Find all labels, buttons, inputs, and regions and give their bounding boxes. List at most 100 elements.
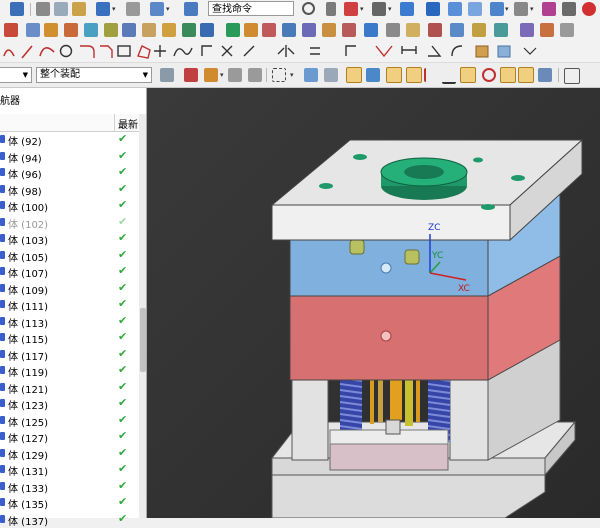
copy-icon[interactable] <box>54 2 68 16</box>
measure-icon[interactable] <box>538 68 552 82</box>
center-snap-icon[interactable] <box>460 67 476 83</box>
circle-snap-icon[interactable] <box>482 68 496 82</box>
feature-icon-17[interactable] <box>322 23 336 37</box>
assembly-filter-dropdown[interactable]: 整个装配 ▼ <box>36 67 152 83</box>
feature-icon-3[interactable] <box>44 23 58 37</box>
feature-icon-26[interactable] <box>520 23 534 37</box>
undo-icon[interactable] <box>96 2 110 16</box>
view-orient-icon[interactable] <box>372 2 386 16</box>
cube-icon[interactable] <box>400 2 414 16</box>
snap-mid-icon[interactable] <box>248 68 262 82</box>
cube-shaded-icon[interactable] <box>426 2 440 16</box>
navigator-row[interactable]: 体 (127) ✔ <box>0 428 139 445</box>
feature-icon-16[interactable] <box>302 23 316 37</box>
navigator-row[interactable]: 体 (117) ✔ <box>0 346 139 363</box>
graphics-viewport[interactable]: ZC YC XC <box>147 88 600 518</box>
feature-icon-11[interactable] <box>200 23 214 37</box>
navigator-row[interactable]: 体 (109) ✔ <box>0 280 139 297</box>
cut-icon[interactable] <box>36 2 50 16</box>
feature-icon-13[interactable] <box>244 23 258 37</box>
feature-icon-5[interactable] <box>84 23 98 37</box>
feature-icon-14[interactable] <box>262 23 276 37</box>
paste-icon[interactable] <box>72 2 86 16</box>
cross-snap-icon[interactable] <box>500 67 516 83</box>
navigator-row[interactable]: 体 (129) ✔ <box>0 445 139 462</box>
navigator-row[interactable]: 体 (98) ✔ <box>0 181 139 198</box>
feature-icon-19[interactable] <box>364 23 378 37</box>
navigator-row[interactable]: 体 (125) ✔ <box>0 412 139 429</box>
feature-icon-23[interactable] <box>450 23 464 37</box>
feature-icon-6[interactable] <box>104 23 118 37</box>
move-icon[interactable] <box>346 67 362 83</box>
feature-icon-12[interactable] <box>226 23 240 37</box>
type-filter-dropdown[interactable]: ▼ <box>0 67 32 83</box>
navigator-row[interactable]: 体 (111) ✔ <box>0 296 139 313</box>
column-latest[interactable]: 最新 <box>118 116 138 131</box>
cube-wire-icon[interactable] <box>448 2 462 16</box>
navigator-row[interactable]: 体 (115) ✔ <box>0 329 139 346</box>
snap-end-icon[interactable] <box>228 68 242 82</box>
find-icon[interactable] <box>184 2 198 16</box>
close-icon[interactable] <box>582 2 596 16</box>
save-icon[interactable] <box>10 2 24 16</box>
navigator-row[interactable]: 体 (92) ✔ <box>0 131 139 148</box>
navigator-row[interactable]: 体 (133) ✔ <box>0 478 139 495</box>
navigator-row[interactable]: 体 (113) ✔ <box>0 313 139 330</box>
mold-model[interactable]: ZC YC XC <box>147 88 600 518</box>
perp-snap-icon[interactable] <box>442 68 456 84</box>
filter-icon[interactable] <box>542 2 556 16</box>
feature-icon-25[interactable] <box>494 23 508 37</box>
feature-icon-7[interactable] <box>122 23 136 37</box>
cube-front-icon[interactable] <box>468 2 482 16</box>
navigator-row[interactable]: 体 (123) ✔ <box>0 395 139 412</box>
feature-icon-4[interactable] <box>64 23 78 37</box>
snap-icon[interactable] <box>204 68 218 82</box>
navigator-row[interactable]: 体 (137) ✔ <box>0 511 139 528</box>
rect-select-icon[interactable] <box>272 68 286 82</box>
select-point-icon[interactable] <box>184 68 198 82</box>
grid-icon[interactable] <box>344 2 358 16</box>
hide-icon[interactable] <box>324 68 338 82</box>
feature-icon-22[interactable] <box>428 23 442 37</box>
command-search-input[interactable]: 查找命令 <box>208 1 294 16</box>
feature-icon-9[interactable] <box>162 23 176 37</box>
feature-icon-21[interactable] <box>406 23 420 37</box>
navigator-row[interactable]: 体 (107) ✔ <box>0 263 139 280</box>
menu-icon[interactable] <box>326 2 336 16</box>
select-feature-icon[interactable] <box>160 68 174 82</box>
navigator-row[interactable]: 体 (94) ✔ <box>0 148 139 165</box>
line-snap-icon[interactable] <box>386 67 402 83</box>
navigator-row[interactable]: 体 (105) ✔ <box>0 247 139 264</box>
scrollbar-thumb[interactable] <box>140 308 146 372</box>
feature-icon-10[interactable] <box>182 23 196 37</box>
navigator-row[interactable]: 体 (96) ✔ <box>0 164 139 181</box>
grid-toggle-icon[interactable] <box>564 68 580 84</box>
redo-icon[interactable] <box>126 2 140 16</box>
snap-grid-icon[interactable] <box>366 68 380 82</box>
navigator-row[interactable]: 体 (121) ✔ <box>0 379 139 396</box>
feature-icon-1[interactable] <box>4 23 18 37</box>
search-icon[interactable] <box>302 2 315 15</box>
feature-icon-27[interactable] <box>540 23 554 37</box>
tangent-snap-icon[interactable] <box>518 67 534 83</box>
navigator-row[interactable]: 体 (100) ✔ <box>0 197 139 214</box>
feature-icon-20[interactable] <box>386 23 400 37</box>
cube-iso-icon[interactable] <box>490 2 504 16</box>
layer-icon[interactable] <box>514 2 528 16</box>
command-icon[interactable] <box>150 2 164 16</box>
feature-icon-8[interactable] <box>142 23 156 37</box>
feature-icon-28[interactable] <box>560 23 574 37</box>
feature-icon-2[interactable] <box>26 23 40 37</box>
curve-snap-icon[interactable] <box>424 68 440 82</box>
feature-icon-18[interactable] <box>342 23 356 37</box>
navigator-row[interactable]: 体 (102) ✔ <box>0 214 139 231</box>
navigator-row[interactable]: 体 (135) ✔ <box>0 494 139 511</box>
feature-icon-24[interactable] <box>472 23 486 37</box>
navigator-row[interactable]: 体 (103) ✔ <box>0 230 139 247</box>
navigator-row[interactable]: 体 (119) ✔ <box>0 362 139 379</box>
line-snap2-icon[interactable] <box>406 67 422 83</box>
select-icon[interactable] <box>562 2 576 16</box>
show-icon[interactable] <box>304 68 318 82</box>
navigator-row[interactable]: 体 (131) ✔ <box>0 461 139 478</box>
feature-icon-15[interactable] <box>282 23 296 37</box>
